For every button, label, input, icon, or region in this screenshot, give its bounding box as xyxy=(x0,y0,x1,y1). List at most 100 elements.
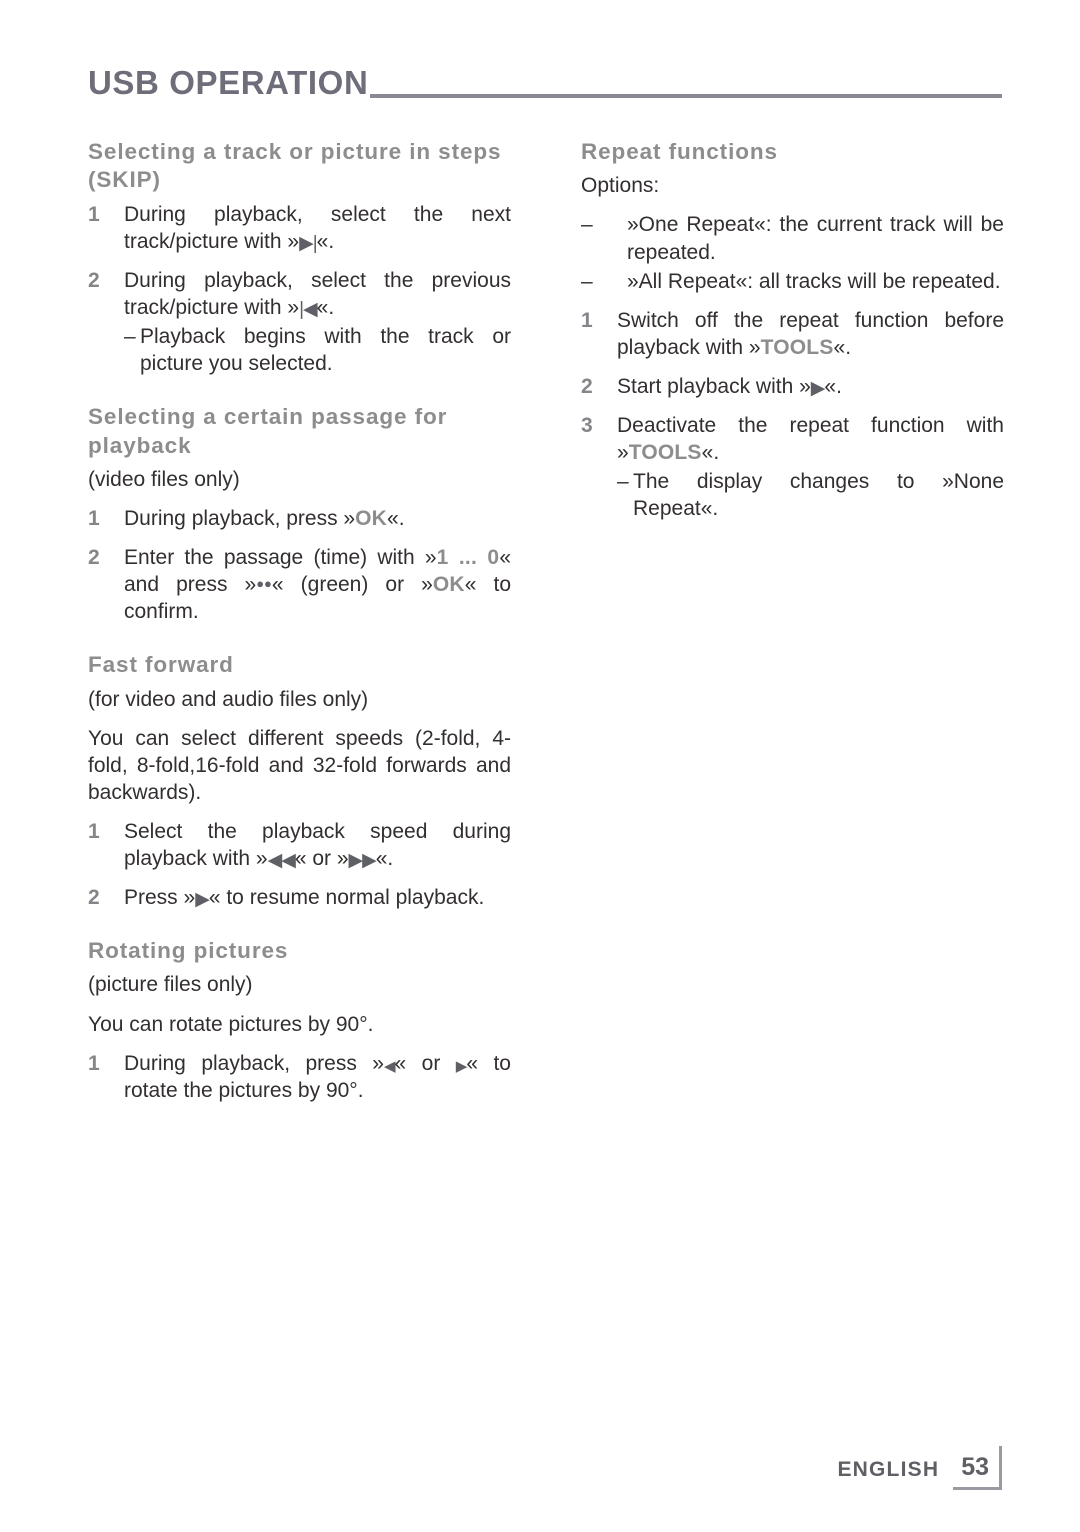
option-item: – »One Repeat«: the current track will be… xyxy=(581,211,1004,265)
step-body: Switch off the repeat function before pl… xyxy=(617,307,1004,361)
remote-button-icon: ▶ xyxy=(455,1057,468,1075)
section-heading: Selecting a track or picture in steps (S… xyxy=(88,139,502,193)
step-number: 1 xyxy=(88,506,100,530)
section-heading: Selecting a certain passage for playback xyxy=(88,404,448,458)
numbered-step: 3 Deactivate the repeat function with »TO… xyxy=(581,412,1004,522)
numbered-step: 2 Press »▶« to resume normal playback. xyxy=(88,884,511,911)
step-sub-text: Playback begins with the track or pictur… xyxy=(140,325,511,376)
footer-language: ENGLISH xyxy=(837,1458,940,1481)
step-body: Press »▶« to resume normal playback. xyxy=(124,884,511,911)
step-number: 3 xyxy=(581,413,593,437)
key-name: OK xyxy=(355,506,388,530)
step-text: «. xyxy=(375,846,394,870)
remote-button-icon: ▶▶ xyxy=(348,849,377,871)
page-number: 53 xyxy=(961,1453,989,1481)
section-note: (video files only) xyxy=(88,467,240,491)
content-block: Fast forward (for video and audio files o… xyxy=(88,651,511,911)
key-name: 1 ... 0 xyxy=(436,546,500,569)
header-rule xyxy=(370,94,1002,98)
right-column: Repeat functions Options: – »One Repeat«: t… xyxy=(581,138,1004,1116)
step-text: «. xyxy=(316,229,335,253)
numbered-step: 1 During playback, press »◀« or ▶« to rot… xyxy=(88,1050,511,1104)
step-body: During playback, select the previous tra… xyxy=(124,267,511,321)
step-number: 2 xyxy=(88,886,100,910)
step-text: « (green) or » xyxy=(271,573,433,597)
section-note: (for video and audio files only) xyxy=(88,687,369,711)
step-text: During playback, press » xyxy=(124,1051,384,1075)
step-number: 2 xyxy=(88,546,100,569)
section-paragraph: You can rotate pictures by 90°. xyxy=(88,1012,374,1036)
option-text: »All Repeat«: all tracks will be repeate… xyxy=(627,269,1001,293)
remote-button-icon: |◀ xyxy=(299,298,318,320)
remote-button-icon: ◀ xyxy=(383,1057,396,1075)
section-note: (picture files only) xyxy=(88,973,253,997)
page-number-box: 53 xyxy=(953,1446,1002,1490)
step-body: During playback, select the next track/p… xyxy=(124,201,511,255)
section-note: Options: xyxy=(581,174,660,198)
step-text: «. xyxy=(833,335,852,359)
numbered-step: 1 During playback, press »OK«. xyxy=(88,505,511,532)
step-number: 1 xyxy=(88,1051,100,1075)
remote-button-icon: ▶| xyxy=(299,232,318,254)
step-body: During playback, press »OK«. xyxy=(124,505,511,532)
step-number: 1 xyxy=(581,308,593,332)
option-item: – »All Repeat«: all tracks will be repeat… xyxy=(581,268,1004,295)
numbered-step: 2 Enter the passage (time) with »1 ... 0«… xyxy=(88,544,511,625)
option-text: »One Repeat«: the current track will be … xyxy=(627,213,1004,264)
step-body: Select the playback speed during playbac… xyxy=(124,818,511,872)
step-sub-text: The display changes to »None Repeat«. xyxy=(633,470,1004,521)
remote-button-icon: ▶ xyxy=(810,377,826,399)
key-name: TOOLS xyxy=(760,335,834,359)
step-text: « or xyxy=(394,1051,456,1075)
green-key-icon: ●● xyxy=(256,576,272,592)
section-heading: Repeat functions xyxy=(581,139,778,164)
step-text: Press » xyxy=(124,886,196,910)
step-text: «. xyxy=(387,506,405,530)
step-text: «. xyxy=(316,295,335,319)
numbered-step: 2 During playback, select the previous tr… xyxy=(88,267,511,377)
dash-icon: – xyxy=(124,325,136,348)
step-text: Enter the passage (time) with » xyxy=(124,546,437,569)
numbered-step: 1 Switch off the repeat function before p… xyxy=(581,307,1004,361)
content-block: Repeat functions Options: – »One Repeat«: t… xyxy=(581,138,1004,522)
step-text: «. xyxy=(701,440,720,464)
dash-icon: – xyxy=(581,269,593,293)
numbered-step: 2 Start playback with »▶«. xyxy=(581,373,1004,400)
step-sub-item: – The display changes to »None Repeat«. xyxy=(617,468,1004,522)
step-body: Start playback with »▶«. xyxy=(617,373,1004,400)
remote-button-icon: ◀◀ xyxy=(267,849,296,871)
step-body: During playback, press »◀« or ▶« to rota… xyxy=(124,1050,511,1104)
content-block: Selecting a track or picture in steps (S… xyxy=(88,138,511,377)
step-text: « or » xyxy=(294,846,349,870)
section-paragraph: You can select different speeds (2-fold,… xyxy=(88,726,511,804)
key-name: TOOLS xyxy=(628,440,702,464)
step-text: Start playback with » xyxy=(617,374,811,398)
step-number: 1 xyxy=(88,202,100,226)
page-footer: ENGLISH 53 xyxy=(837,1446,1002,1490)
numbered-step: 1 During playback, select the next track/… xyxy=(88,201,511,255)
numbered-step: 1 Select the playback speed during playba… xyxy=(88,818,511,872)
step-text: «. xyxy=(824,374,842,398)
page-title: USB OPERATION xyxy=(88,64,369,101)
content-block: Rotating pictures (picture files only) You… xyxy=(88,937,511,1104)
dash-icon: – xyxy=(617,470,629,494)
content-block: Selecting a certain passage for playback… xyxy=(88,403,511,625)
manual-page: USB OPERATION Selecting a track or pictu… xyxy=(0,0,1080,1532)
step-body: Enter the passage (time) with »1 ... 0« … xyxy=(124,544,511,625)
key-name: OK xyxy=(432,573,465,597)
remote-button-icon: ▶ xyxy=(195,889,210,911)
step-number: 1 xyxy=(88,819,100,843)
step-text: During playback, press » xyxy=(124,506,356,530)
section-heading: Fast forward xyxy=(88,652,234,678)
content-columns: Selecting a track or picture in steps (S… xyxy=(88,138,1004,1116)
left-column: Selecting a track or picture in steps (S… xyxy=(88,138,511,1116)
step-sub-item: – Playback begins with the track or pictu… xyxy=(124,323,511,377)
section-heading: Rotating pictures xyxy=(88,938,289,964)
step-number: 2 xyxy=(88,268,100,292)
page-header: USB OPERATION xyxy=(88,50,1002,102)
dash-icon: – xyxy=(581,213,593,237)
step-text: « to resume normal playback. xyxy=(208,886,485,910)
step-number: 2 xyxy=(581,374,593,398)
step-body: Deactivate the repeat function with »TOO… xyxy=(617,412,1004,466)
